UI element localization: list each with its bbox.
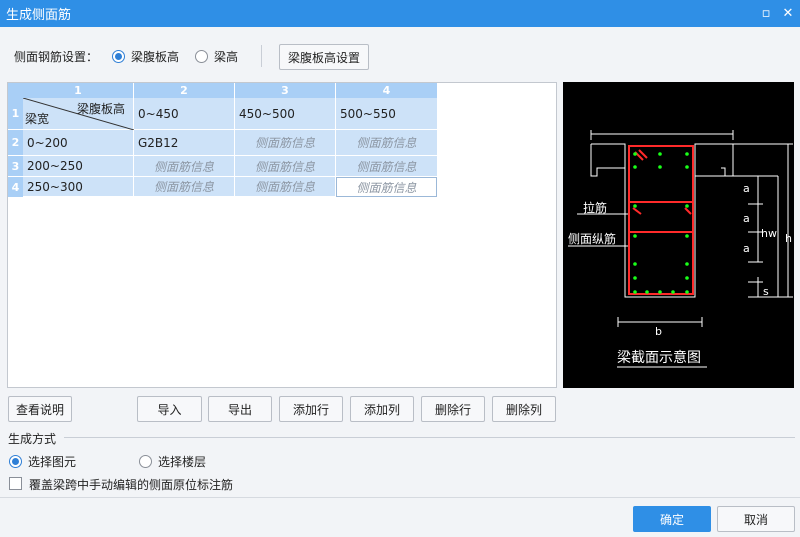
radio-checked-icon <box>9 455 22 468</box>
table-cell[interactable]: 侧面筋信息 <box>134 177 235 197</box>
table-cell[interactable]: G2B12 <box>134 130 235 156</box>
dim-a-label: a <box>743 182 750 195</box>
radio-select-floors[interactable]: 选择楼层 <box>139 453 206 470</box>
side-rebar-setting: 侧面钢筋设置： 梁腹板高 梁高 <box>14 44 238 68</box>
row-header[interactable]: 1 <box>8 98 23 130</box>
table-cell[interactable]: 侧面筋信息 <box>134 156 235 177</box>
col-header[interactable]: 1 <box>23 83 134 98</box>
width-cell[interactable]: 250~300 <box>23 177 134 197</box>
table-cell[interactable]: 侧面筋信息 <box>336 156 437 177</box>
title-bar: 生成侧面筋 ▫ ✕ <box>0 0 800 27</box>
tie-bar-label: 拉筋 <box>583 200 607 215</box>
radio-checked-icon <box>112 49 126 63</box>
width-cell[interactable]: 200~250 <box>23 156 134 177</box>
delete-row-button[interactable]: 删除行 <box>421 396 485 422</box>
web-height-config-button[interactable]: 梁腹板高设置 <box>279 44 369 70</box>
delete-column-button[interactable]: 删除列 <box>492 396 556 422</box>
table-cell[interactable]: 侧面筋信息 <box>336 130 437 156</box>
export-button[interactable]: 导出 <box>208 396 272 422</box>
table-cell[interactable]: 侧面筋信息 <box>235 130 336 156</box>
generate-method-title: 生成方式 <box>8 432 57 446</box>
add-row-button[interactable]: 添加行 <box>279 396 343 422</box>
radio-beam-height[interactable]: 梁高 <box>195 48 238 65</box>
radio-select-elements[interactable]: 选择图元 <box>9 453 76 470</box>
overwrite-checkbox[interactable] <box>9 477 22 490</box>
view-help-button[interactable]: 查看说明 <box>8 396 72 422</box>
dim-hw-label: hw <box>761 227 777 240</box>
dim-b-label: b <box>655 325 662 338</box>
diagram-caption: 梁截面示意图 <box>617 349 701 366</box>
height-header-cell[interactable]: 500~550 <box>336 98 437 130</box>
rebar-table[interactable]: 1 2 3 4 1 2 3 4 梁腹板高 梁宽 0~450 450~500 50… <box>7 82 557 388</box>
corner-header-cell: 梁腹板高 梁宽 <box>23 98 134 130</box>
width-cell[interactable]: 0~200 <box>23 130 134 156</box>
import-button[interactable]: 导入 <box>137 396 202 422</box>
row-header[interactable]: 2 <box>8 130 23 156</box>
ok-button[interactable]: 确定 <box>633 506 711 532</box>
add-column-button[interactable]: 添加列 <box>350 396 414 422</box>
section-drawing: a a a hw h s b 拉筋 侧面纵筋 梁截面示意图 <box>568 130 793 368</box>
beam-section-diagram: a a a hw h s b 拉筋 侧面纵筋 梁截面示意图 <box>563 82 794 388</box>
table-cell[interactable]: 侧面筋信息 <box>235 177 336 197</box>
radio-web-height[interactable]: 梁腹板高 <box>112 48 179 65</box>
table-cell[interactable]: 侧面筋信息 <box>235 156 336 177</box>
table-corner <box>8 83 23 98</box>
corner-bottom-label: 梁宽 <box>25 112 50 126</box>
col-header[interactable]: 2 <box>134 83 235 98</box>
cancel-button[interactable]: 取消 <box>717 506 795 532</box>
close-icon[interactable]: ✕ <box>778 4 798 23</box>
dim-s-label: s <box>763 285 769 298</box>
table-cell-selected[interactable]: 侧面筋信息 <box>336 177 437 197</box>
setting-label: 侧面钢筋设置： <box>14 49 99 64</box>
side-rebar-label: 侧面纵筋 <box>568 231 616 246</box>
height-header-cell[interactable]: 0~450 <box>134 98 235 130</box>
dim-a-label: a <box>743 212 750 225</box>
radio-unchecked-icon <box>139 455 152 468</box>
footer-divider <box>0 497 800 498</box>
row-header[interactable]: 3 <box>8 156 23 177</box>
col-header[interactable]: 4 <box>336 83 437 98</box>
overwrite-label: 覆盖梁跨中手动编辑的侧面原位标注筋 <box>29 478 234 492</box>
corner-top-label: 梁腹板高 <box>76 102 125 116</box>
maximize-icon[interactable]: ▫ <box>756 4 776 23</box>
col-header[interactable]: 3 <box>235 83 336 98</box>
dim-a-label: a <box>743 242 750 255</box>
dim-h-label: h <box>785 232 792 245</box>
window-title: 生成侧面筋 <box>6 8 72 23</box>
divider <box>261 45 262 67</box>
divider <box>64 437 795 438</box>
height-header-cell[interactable]: 450~500 <box>235 98 336 130</box>
row-header[interactable]: 4 <box>8 177 23 197</box>
radio-unchecked-icon <box>195 49 209 63</box>
